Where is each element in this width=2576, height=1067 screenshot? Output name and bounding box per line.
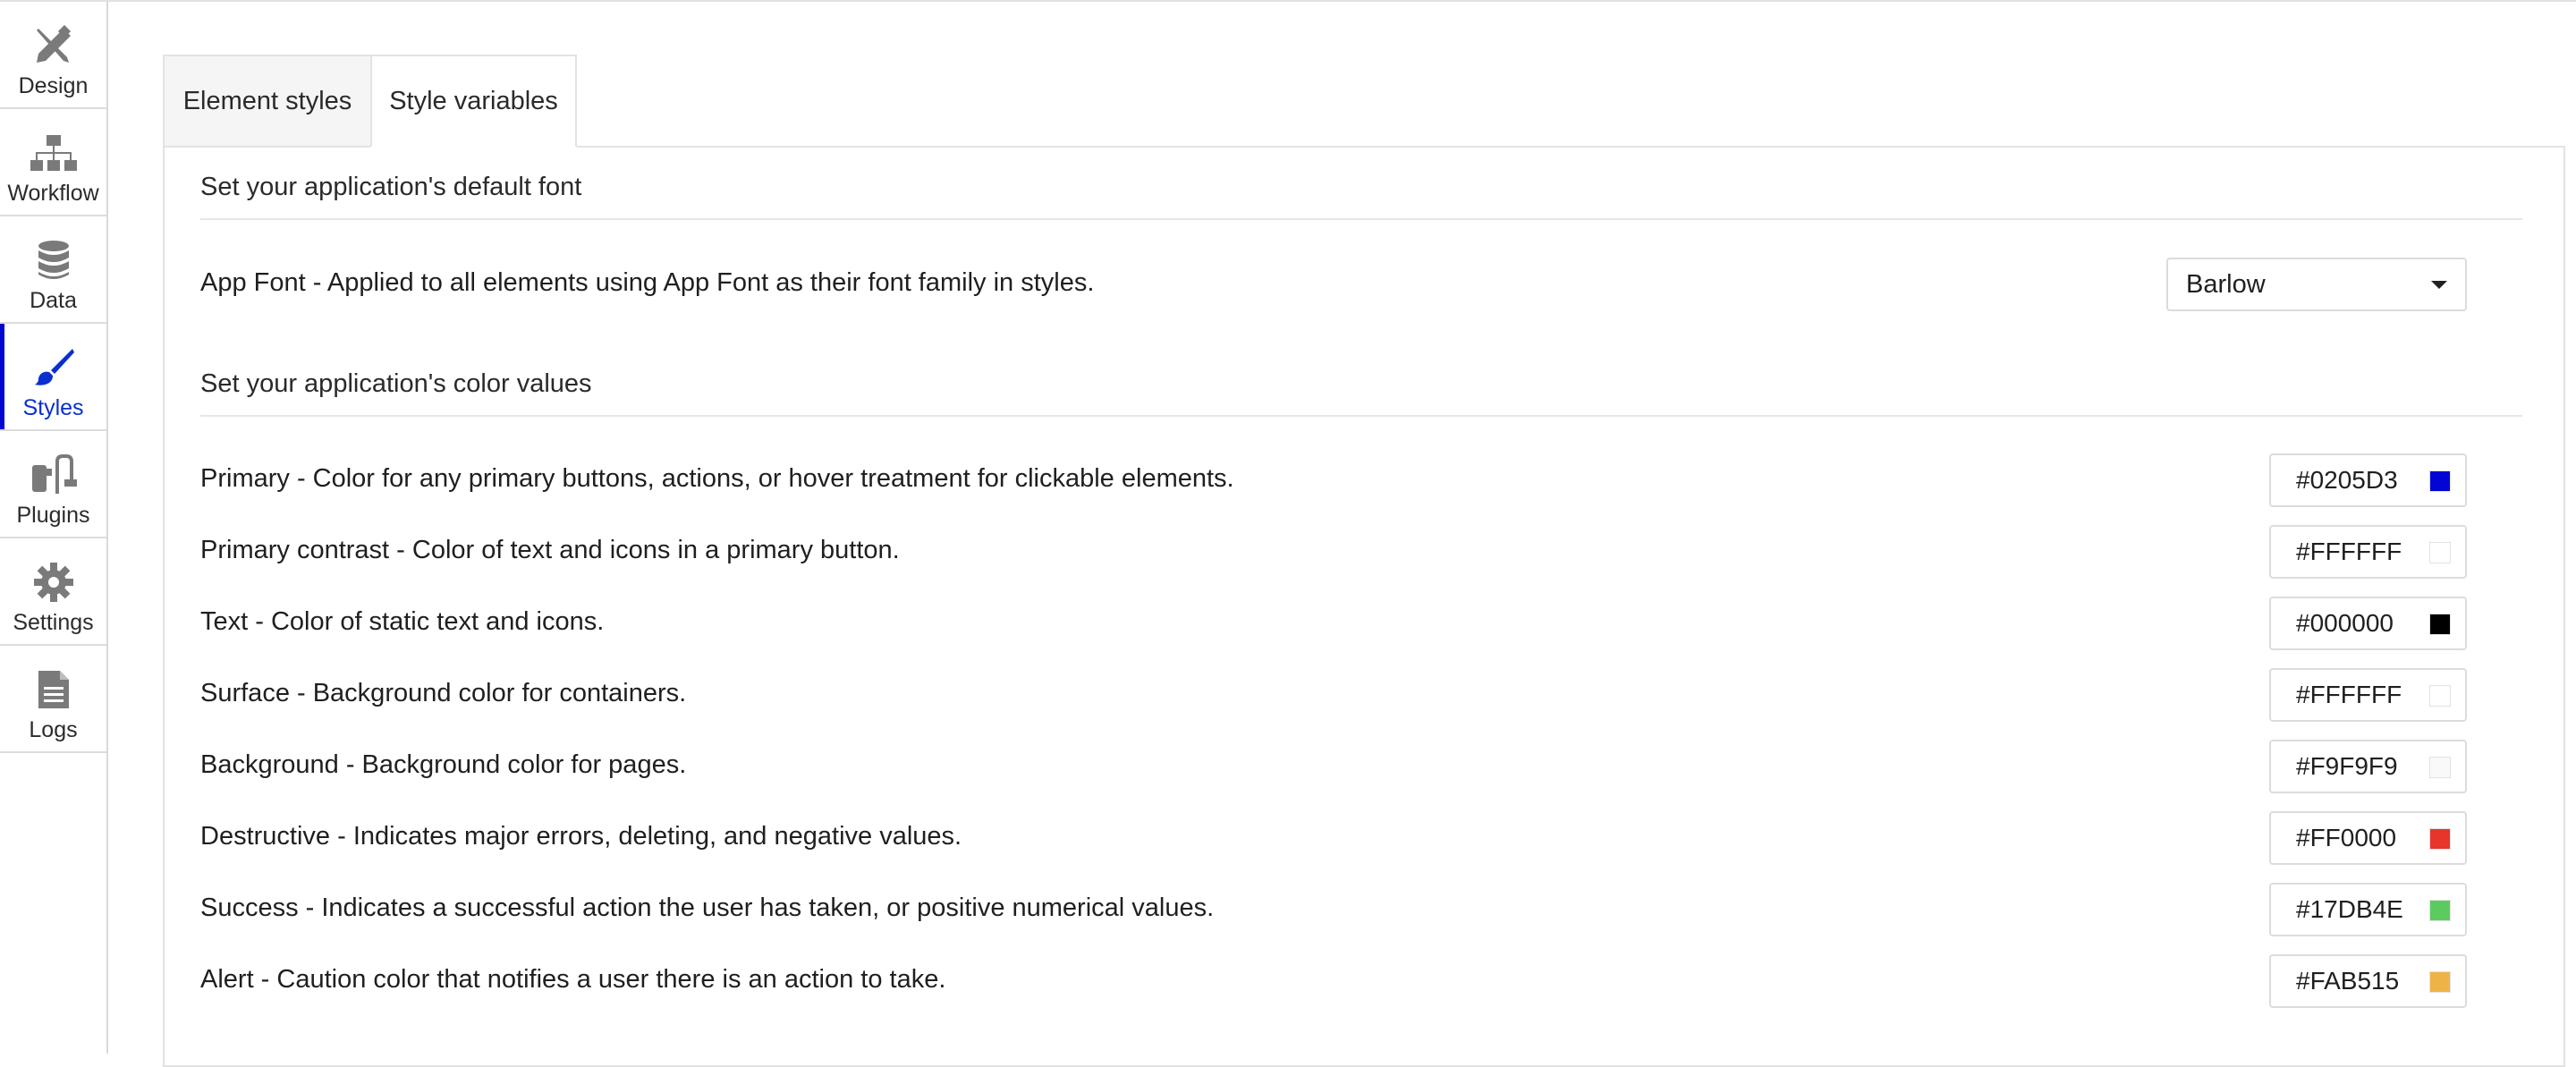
color-swatch[interactable] bbox=[2429, 900, 2451, 921]
sidebar-item-label: Settings bbox=[13, 610, 94, 635]
color-hex-value: #000000 bbox=[2296, 609, 2394, 637]
color-input-alert[interactable]: #FAB515 bbox=[2269, 954, 2467, 1008]
tab-element-styles[interactable]: Element styles bbox=[163, 55, 370, 148]
color-swatch[interactable] bbox=[2429, 757, 2451, 778]
color-swatch[interactable] bbox=[2429, 614, 2451, 635]
color-row-label: Primary contrast - Color of text and ico… bbox=[200, 536, 900, 564]
sidebar-item-workflow[interactable]: Workflow bbox=[0, 109, 106, 216]
tab-style-variables[interactable]: Style variables bbox=[370, 55, 577, 148]
color-hex-value: #0205D3 bbox=[2296, 466, 2398, 494]
paintbrush-icon bbox=[30, 344, 77, 391]
color-hex-value: #FFFFFF bbox=[2296, 538, 2402, 565]
color-section-title: Set your application's color values bbox=[200, 369, 592, 398]
sidebar-item-label: Workflow bbox=[7, 181, 99, 206]
color-hex-value: #17DB4E bbox=[2296, 895, 2403, 923]
sidebar-item-plugins[interactable]: Plugins bbox=[0, 431, 106, 538]
sidebar-item-label: Logs bbox=[29, 717, 78, 742]
color-input-success[interactable]: #17DB4E bbox=[2269, 883, 2467, 936]
document-icon bbox=[30, 666, 77, 713]
color-row-label: Alert - Caution color that notifies a us… bbox=[200, 965, 946, 994]
color-hex-value: #FF0000 bbox=[2296, 824, 2397, 851]
color-hex-value: #FAB515 bbox=[2296, 967, 2400, 995]
color-swatch[interactable] bbox=[2429, 685, 2451, 707]
color-hex-value: #F9F9F9 bbox=[2296, 752, 2398, 780]
color-swatch[interactable] bbox=[2429, 542, 2451, 563]
color-input-surface[interactable]: #FFFFFF bbox=[2269, 668, 2467, 722]
sidebar-item-data[interactable]: Data bbox=[0, 216, 106, 324]
color-row-label: Text - Color of static text and icons. bbox=[200, 607, 605, 636]
style-tabs: Element styles Style variables bbox=[163, 55, 577, 148]
color-row-label: Destructive - Indicates major errors, de… bbox=[200, 822, 962, 851]
sidebar-item-design[interactable]: Design bbox=[0, 2, 106, 109]
design-icon bbox=[30, 22, 77, 69]
database-icon bbox=[30, 237, 77, 284]
color-swatch[interactable] bbox=[2429, 470, 2451, 492]
top-border bbox=[0, 0, 2576, 2]
color-swatch[interactable] bbox=[2429, 971, 2451, 993]
chevron-down-icon bbox=[2431, 281, 2447, 289]
color-input-destructive[interactable]: #FF0000 bbox=[2269, 811, 2467, 865]
workflow-icon bbox=[30, 130, 77, 176]
app-font-dropdown[interactable]: Barlow bbox=[2166, 258, 2467, 311]
color-row-label: Background - Background color for pages. bbox=[200, 750, 687, 779]
font-section-title: Set your application's default font bbox=[200, 173, 582, 201]
app-font-value: Barlow bbox=[2186, 269, 2266, 299]
color-input-background[interactable]: #F9F9F9 bbox=[2269, 740, 2467, 793]
style-variables-panel: Set your application's default font App … bbox=[163, 146, 2565, 1067]
color-input-primary[interactable]: #0205D3 bbox=[2269, 453, 2467, 507]
color-input-primary-contrast[interactable]: #FFFFFF bbox=[2269, 525, 2467, 579]
color-row-label: Primary - Color for any primary buttons,… bbox=[200, 464, 1234, 493]
color-hex-value: #FFFFFF bbox=[2296, 681, 2402, 708]
gear-icon bbox=[30, 559, 77, 605]
color-input-text[interactable]: #000000 bbox=[2269, 597, 2467, 650]
plug-icon bbox=[30, 452, 77, 498]
divider bbox=[200, 218, 2522, 220]
sidebar-item-label: Design bbox=[18, 73, 89, 98]
sidebar-item-settings[interactable]: Settings bbox=[0, 538, 106, 646]
sidebar-item-styles[interactable]: Styles bbox=[0, 324, 106, 431]
color-row-label: Success - Indicates a successful action … bbox=[200, 893, 1215, 922]
color-swatch[interactable] bbox=[2429, 828, 2451, 850]
left-sidebar: Design Workflow Data Styles Plugins Sett… bbox=[0, 2, 108, 1054]
sidebar-item-label: Plugins bbox=[16, 503, 90, 528]
sidebar-item-label: Styles bbox=[22, 395, 84, 420]
app-font-label: App Font - Applied to all elements using… bbox=[200, 268, 1095, 297]
sidebar-item-logs[interactable]: Logs bbox=[0, 646, 106, 753]
sidebar-item-label: Data bbox=[30, 288, 77, 313]
color-row-label: Surface - Background color for container… bbox=[200, 679, 687, 707]
divider bbox=[200, 415, 2522, 417]
